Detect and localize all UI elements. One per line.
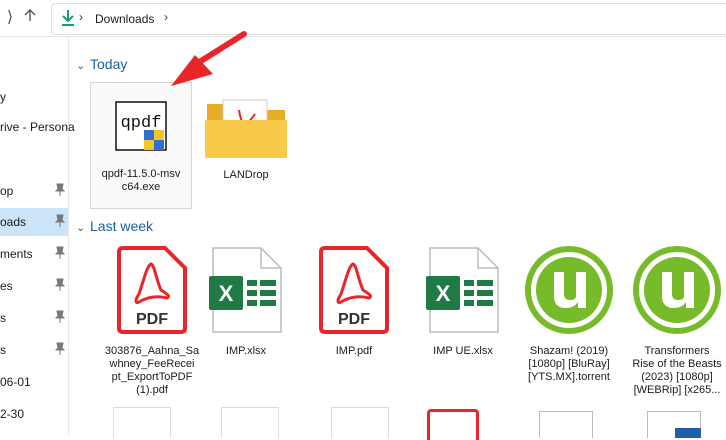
pin-icon [54,246,66,259]
sidebar-item-pictures[interactable]: es [0,272,68,300]
forward-icon[interactable]: ⟩ [0,8,20,28]
group-title: Last week [90,218,154,234]
navigation-pane: y rive - Persona op oads ments es s s 06… [0,37,75,436]
file-tile-torrent[interactable]: Transformers Rise of the Beasts (2023) [10… [627,246,726,397]
pin-icon [54,310,66,323]
sidebar-item-folder[interactable]: 2-30 [0,400,68,428]
sidebar-item-label: op [0,184,14,198]
file-icon[interactable] [539,411,593,438]
folder-icon [205,99,287,158]
file-view: ⌄ Today ⌄ Last week qpdf qpdf-11.5.0-msv c6… [69,37,726,440]
file-name: qpdf-11.5.0-msv c64.exe [101,168,181,193]
thumbnail-partial[interactable] [331,407,389,438]
utorrent-icon [633,246,721,334]
excel-icon: X [209,247,282,333]
file-name: Transformers Rise of the Beasts (2023) [10… [632,345,722,396]
utorrent-icon [525,246,613,334]
pin-icon [54,214,66,227]
file-name: LANDrop [223,169,269,181]
sidebar-item-label: s [0,311,6,325]
download-icon [62,10,74,26]
pdf-icon: PDF [117,246,187,334]
pin-icon [54,342,66,355]
file-name: IMP.pdf [335,345,373,357]
svg-text:PDF: PDF [338,311,370,328]
file-tile-pdf[interactable]: PDF 303876_Aahna_Sa whney_FeeRecei pt_Expo… [102,246,202,397]
file-icon[interactable] [647,411,701,438]
sidebar-item-music[interactable]: s [0,304,68,332]
sidebar-item-label: 2-30 [0,407,25,421]
file-tile-xlsx[interactable]: X IMP UE.xlsx [413,246,513,358]
sidebar-item-label: s [0,343,6,357]
address-bar[interactable]: › Downloads › [51,3,726,35]
file-tile-landrop[interactable]: LANDrop [196,82,296,207]
group-header-last-week[interactable]: ⌄ Last week [76,218,153,234]
sidebar-item-label: rive - Persona [0,120,75,134]
chevron-down-icon: ⌄ [76,60,86,72]
file-tile-torrent[interactable]: Shazam! (2019) [1080p] [BluRay] [YTS.MX].t… [519,246,619,384]
file-tile-pdf[interactable]: PDF IMP.pdf [304,246,404,358]
file-name: 303876_Aahna_Sa whney_FeeRecei pt_ExportTo… [104,345,200,396]
svg-text:X: X [436,281,451,306]
breadcrumb-chevron-icon[interactable]: › [164,10,168,24]
sidebar-item-label: ments [0,247,33,261]
sidebar-item-desktop[interactable]: op [0,177,68,205]
sidebar-item-onedrive[interactable]: rive - Persona [0,113,75,141]
pin-icon [54,183,66,196]
file-name: IMP.xlsx [225,345,267,357]
thumbnail-partial[interactable] [113,407,171,438]
svg-text:X: X [219,281,234,306]
pdf-icon: PDF [319,246,389,334]
file-tile-qpdf[interactable]: qpdf qpdf-11.5.0-msv c64.exe [90,82,192,209]
sidebar-item[interactable]: y [0,83,68,111]
file-name: IMP UE.xlsx [433,345,493,357]
sidebar-item-folder[interactable]: 06-01 [0,368,68,396]
breadcrumb-separator-icon: › [79,10,83,24]
navigation-bar: ⟩ › Downloads › [0,0,726,37]
thumbnail-partial[interactable] [221,407,279,438]
sidebar-item-documents[interactable]: ments [0,240,68,268]
sidebar-item-label: oads [0,215,27,229]
excel-icon: X [426,247,499,333]
sidebar-item-label: 06-01 [0,375,31,389]
chevron-down-icon: ⌄ [76,222,86,234]
sidebar-item-downloads[interactable]: oads [0,208,68,236]
sidebar-item-label: es [0,279,13,293]
up-arrow-icon[interactable] [20,8,40,28]
qpdf-exe-icon: qpdf [115,101,167,151]
breadcrumb-downloads[interactable]: Downloads [95,12,154,26]
pdf-icon[interactable] [427,409,479,440]
group-header-today[interactable]: ⌄ Today [76,56,127,72]
file-tile-xlsx[interactable]: X IMP.xlsx [196,246,296,358]
sidebar-item-videos[interactable]: s [0,336,68,364]
pin-icon [54,278,66,291]
svg-text:PDF: PDF [136,311,168,328]
file-name: Shazam! (2019) [1080p] [BluRay] [YTS.MX].t… [528,345,610,383]
group-title: Today [90,56,128,72]
sidebar-item-label: y [0,90,6,104]
